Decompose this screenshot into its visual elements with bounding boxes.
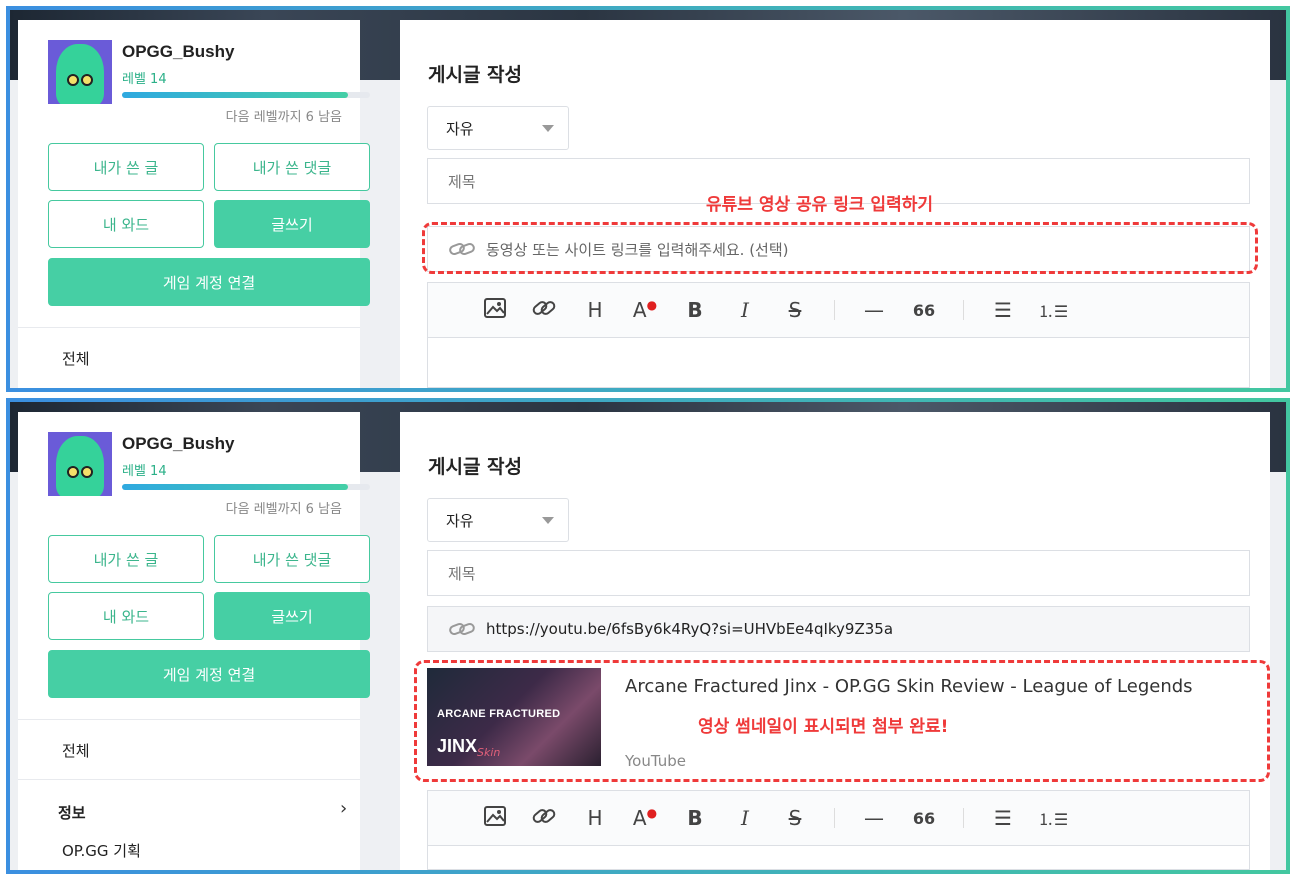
divider [18, 327, 360, 328]
link-game-account-button[interactable]: 게임 계정 연결 [48, 258, 370, 306]
text-color-icon[interactable]: A● [620, 298, 670, 322]
editor-toolbar: H A● B I S — 66 ☰ ⒈☰ [427, 790, 1250, 846]
toolbar-divider [963, 300, 964, 320]
quote-icon[interactable]: 66 [899, 809, 949, 828]
annotation-highlight [414, 660, 1270, 782]
link-icon [449, 622, 475, 636]
screenshot-panel-before: OPGG_Bushy 레벨 14 다음 레벨까지 6 남음 내가 쓴 글 내가 … [6, 6, 1290, 392]
avatar[interactable] [48, 40, 112, 104]
italic-icon[interactable]: I [720, 298, 770, 322]
nav-item-opgg-planning[interactable]: OP.GG 기획 [62, 840, 141, 861]
next-level-note: 다음 레벨까지 6 남음 [225, 502, 342, 517]
username: OPGG_Bushy [122, 434, 235, 453]
user-level: 레벨 14 [122, 72, 167, 87]
page-title: 게시글 작성 [428, 456, 523, 478]
link-input[interactable]: https://youtu.be/6fsBy6k4RyQ?si=UHVbEe4q… [427, 606, 1250, 652]
toolbar-divider [963, 808, 964, 828]
editor-body[interactable] [427, 338, 1250, 388]
chevron-down-icon [542, 125, 554, 132]
image-icon[interactable] [470, 297, 520, 323]
my-posts-button[interactable]: 내가 쓴 글 [48, 143, 204, 191]
quote-icon[interactable]: 66 [899, 301, 949, 320]
editor-body[interactable] [427, 846, 1250, 870]
bold-icon[interactable]: B [670, 806, 720, 830]
category-select[interactable]: 자유 [427, 106, 569, 150]
link-game-account-button[interactable]: 게임 계정 연결 [48, 650, 370, 698]
chevron-right-icon[interactable]: › [340, 798, 347, 819]
nav-section-info[interactable]: 정보 [58, 802, 86, 823]
category-value: 자유 [446, 119, 474, 138]
my-ward-button[interactable]: 내 와드 [48, 592, 204, 640]
link-icon[interactable] [520, 298, 570, 323]
toolbar-divider [834, 808, 835, 828]
my-posts-button[interactable]: 내가 쓴 글 [48, 535, 204, 583]
strikethrough-icon[interactable]: S [770, 298, 820, 322]
nav-item-all[interactable]: 전체 [62, 740, 90, 761]
image-icon[interactable] [470, 805, 520, 831]
strikethrough-icon[interactable]: S [770, 806, 820, 830]
my-ward-button[interactable]: 내 와드 [48, 200, 204, 248]
my-comments-button[interactable]: 내가 쓴 댓글 [214, 535, 370, 583]
numbered-list-icon[interactable]: ⒈☰ [1028, 806, 1078, 830]
heading-icon[interactable]: H [570, 806, 620, 830]
post-editor: 게시글 작성 자유 제목 https://youtu.be/6fsBy6k4Ry… [400, 412, 1270, 870]
category-select[interactable]: 자유 [427, 498, 569, 542]
horizontal-rule-icon[interactable]: — [849, 298, 899, 322]
sidebar: OPGG_Bushy 레벨 14 다음 레벨까지 6 남음 내가 쓴 글 내가 … [18, 20, 370, 388]
next-level-note: 다음 레벨까지 6 남음 [225, 110, 342, 125]
username: OPGG_Bushy [122, 42, 235, 61]
bullet-list-icon[interactable]: ☰ [978, 806, 1028, 830]
chevron-down-icon [542, 517, 554, 524]
write-button[interactable]: 글쓰기 [214, 200, 370, 248]
editor-toolbar: H A● B I S — 66 ☰ ⒈☰ [427, 282, 1250, 338]
xp-progress-bar [122, 92, 370, 98]
write-button[interactable]: 글쓰기 [214, 592, 370, 640]
italic-icon[interactable]: I [720, 806, 770, 830]
sidebar: OPGG_Bushy 레벨 14 다음 레벨까지 6 남음 내가 쓴 글 내가 … [18, 412, 370, 870]
heading-icon[interactable]: H [570, 298, 620, 322]
link-input-value: https://youtu.be/6fsBy6k4RyQ?si=UHVbEe4q… [486, 620, 894, 638]
divider [18, 719, 360, 720]
screenshot-panel-after: OPGG_Bushy 레벨 14 다음 레벨까지 6 남음 내가 쓴 글 내가 … [6, 398, 1290, 874]
horizontal-rule-icon[interactable]: — [849, 806, 899, 830]
category-value: 자유 [446, 511, 474, 530]
text-color-icon[interactable]: A● [620, 806, 670, 830]
link-icon[interactable] [520, 806, 570, 831]
title-input[interactable]: 제목 [427, 550, 1250, 596]
bold-icon[interactable]: B [670, 298, 720, 322]
bullet-list-icon[interactable]: ☰ [978, 298, 1028, 322]
my-comments-button[interactable]: 내가 쓴 댓글 [214, 143, 370, 191]
nav-item-all[interactable]: 전체 [62, 348, 90, 369]
post-editor: 게시글 작성 자유 제목 유튜브 영상 공유 링크 입력하기 동영상 또는 사이… [400, 20, 1270, 388]
annotation-highlight [422, 222, 1258, 274]
annotation-hint-link: 유튜브 영상 공유 링크 입력하기 [706, 195, 933, 215]
xp-progress-bar [122, 484, 370, 490]
page-title: 게시글 작성 [428, 64, 523, 86]
toolbar-divider [834, 300, 835, 320]
divider [18, 779, 360, 780]
user-level: 레벨 14 [122, 464, 167, 479]
numbered-list-icon[interactable]: ⒈☰ [1028, 298, 1078, 322]
avatar[interactable] [48, 432, 112, 496]
